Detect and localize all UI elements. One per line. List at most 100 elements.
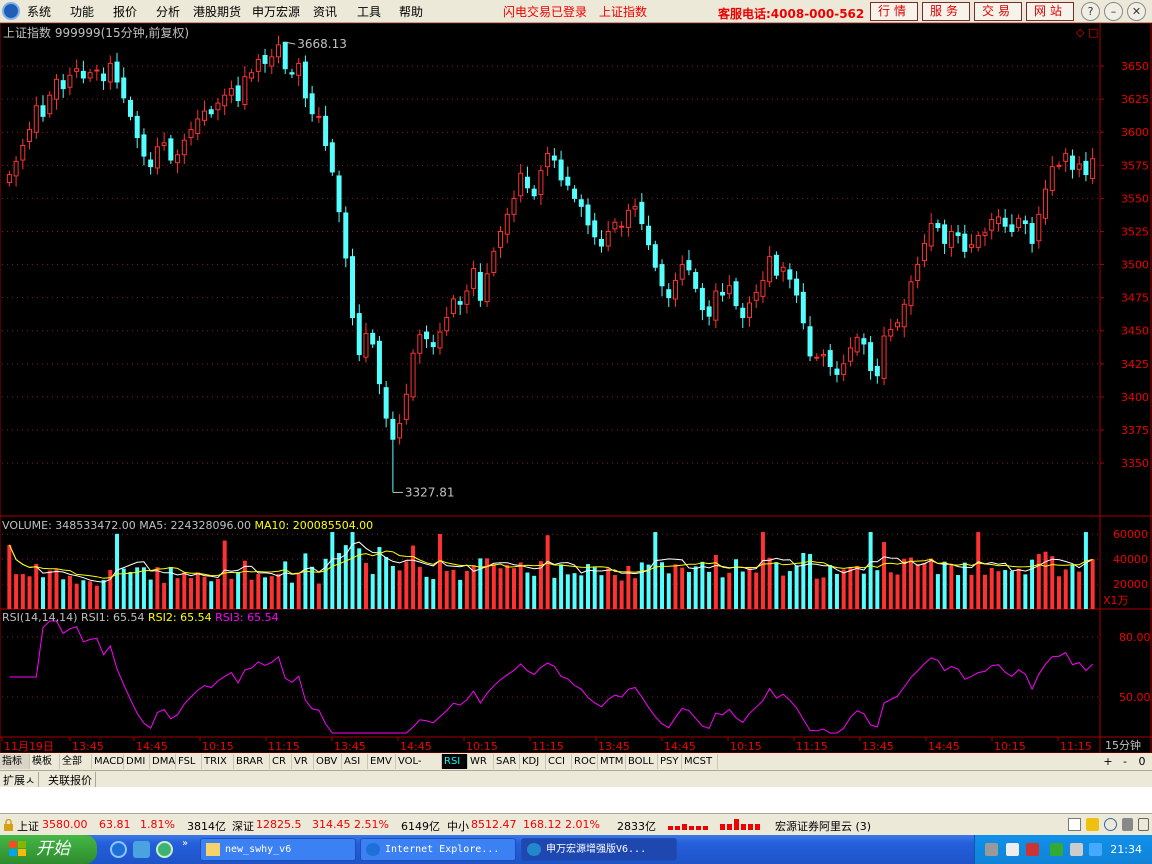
candle-body[interactable] (410, 352, 416, 398)
candle-body[interactable] (222, 94, 228, 107)
tab-sar[interactable]: SAR (494, 754, 520, 769)
candle-body[interactable] (935, 223, 941, 229)
candle-body[interactable] (699, 287, 705, 311)
candle-body[interactable] (40, 105, 46, 117)
keyboard-icon[interactable] (985, 843, 998, 856)
task-ie[interactable]: Internet Explore... (360, 838, 516, 861)
service-button[interactable]: 服务 (922, 2, 970, 21)
candle-body[interactable] (309, 93, 315, 115)
calc-icon[interactable] (1068, 818, 1081, 831)
candle-body[interactable] (67, 74, 73, 88)
candle-body[interactable] (868, 342, 874, 371)
candle-body[interactable] (551, 155, 557, 161)
index-link[interactable]: 上证指数 (599, 3, 647, 20)
tab-cr[interactable]: CR (270, 754, 292, 769)
tab-trix[interactable]: TRIX (202, 754, 234, 769)
candle-body[interactable] (201, 110, 207, 121)
candle-body[interactable] (397, 422, 403, 439)
tab-control-1[interactable]: - (1118, 754, 1132, 769)
candle-body[interactable] (1016, 217, 1022, 229)
candle-body[interactable] (188, 129, 194, 139)
tab-roc[interactable]: ROC (572, 754, 598, 769)
menu-tools[interactable]: 工具 (357, 3, 381, 20)
candle-body[interactable] (686, 260, 692, 271)
network-tray-icon[interactable] (1050, 843, 1063, 856)
candle-body[interactable] (430, 342, 436, 348)
candle-body[interactable] (437, 331, 443, 349)
candle-body[interactable] (1009, 224, 1015, 232)
minimize-icon[interactable]: – (1104, 2, 1123, 21)
candle-body[interactable] (376, 340, 382, 385)
candle-body[interactable] (323, 115, 329, 146)
candle-body[interactable] (895, 322, 901, 328)
candle-body[interactable] (834, 368, 840, 375)
candle-body[interactable] (962, 233, 968, 252)
candle-body[interactable] (975, 234, 981, 248)
task-folder[interactable]: new_swhy_v6 (200, 838, 356, 861)
candle-body[interactable] (995, 216, 1001, 225)
candle-body[interactable] (921, 242, 927, 262)
candle-body[interactable] (1083, 160, 1089, 176)
candle-body[interactable] (1029, 223, 1035, 244)
candle-body[interactable] (767, 256, 773, 283)
phone-icon[interactable] (1122, 818, 1133, 831)
candle-body[interactable] (746, 302, 752, 319)
candle-body[interactable] (1022, 220, 1028, 225)
candle-body[interactable] (107, 62, 113, 83)
candle-body[interactable] (424, 331, 430, 340)
candle-body[interactable] (982, 232, 988, 236)
candle-body[interactable] (282, 41, 288, 70)
candle-body[interactable] (565, 176, 571, 186)
candle-body[interactable] (181, 139, 187, 156)
candle-body[interactable] (53, 78, 59, 100)
tab-kdj[interactable]: KDJ (520, 754, 546, 769)
candle-body[interactable] (504, 213, 510, 235)
candle-body[interactable] (329, 142, 335, 173)
candle-body[interactable] (262, 54, 268, 64)
candle-body[interactable] (524, 176, 530, 189)
candle-body[interactable] (672, 279, 678, 300)
candle-body[interactable] (457, 301, 463, 305)
candle-body[interactable] (316, 115, 322, 118)
candle-body[interactable] (821, 354, 826, 357)
candle-body[interactable] (888, 328, 894, 337)
tab-emv[interactable]: EMV (368, 754, 396, 769)
candle-body[interactable] (733, 281, 739, 307)
candle-body[interactable] (901, 303, 907, 328)
candle-body[interactable] (101, 73, 107, 82)
lock2-icon[interactable] (1138, 818, 1149, 831)
candle-body[interactable] (296, 62, 302, 76)
candle-body[interactable] (726, 285, 732, 295)
candle-body[interactable] (477, 272, 483, 301)
candle-body[interactable] (114, 61, 120, 83)
candle-body[interactable] (679, 264, 685, 280)
candle-body[interactable] (20, 144, 26, 161)
candle-body[interactable] (444, 317, 450, 332)
candle-body[interactable] (881, 335, 887, 379)
tab-cci[interactable]: CCI (546, 754, 572, 769)
tab-全部[interactable]: 全部 (60, 754, 92, 769)
candle-body[interactable] (255, 58, 261, 72)
broker-server[interactable]: 宏源证券阿里云 (3) (775, 818, 871, 834)
close-icon[interactable]: ✕ (1127, 2, 1146, 21)
candle-body[interactable] (639, 201, 645, 225)
candle-body[interactable] (666, 289, 672, 299)
start-button[interactable]: 开始 (0, 835, 97, 864)
candle-body[interactable] (928, 223, 934, 247)
candle-body[interactable] (518, 172, 524, 197)
candle-body[interactable] (208, 109, 214, 115)
candle-body[interactable] (471, 268, 477, 289)
candle-body[interactable] (753, 291, 759, 301)
candle-body[interactable] (1036, 213, 1042, 242)
candle-body[interactable] (706, 306, 712, 317)
candle-body[interactable] (713, 290, 719, 321)
candle-body[interactable] (538, 170, 544, 195)
candle-body[interactable] (1069, 155, 1075, 170)
tab-brar[interactable]: BRAR (234, 754, 270, 769)
note-icon[interactable] (1086, 818, 1099, 831)
candle-body[interactable] (6, 174, 12, 184)
help-icon[interactable]: ? (1081, 2, 1100, 21)
volume-icon[interactable] (1070, 843, 1083, 856)
tab-vol-tdx[interactable]: VOL-TDX (396, 754, 442, 782)
candle-body[interactable] (989, 219, 995, 231)
